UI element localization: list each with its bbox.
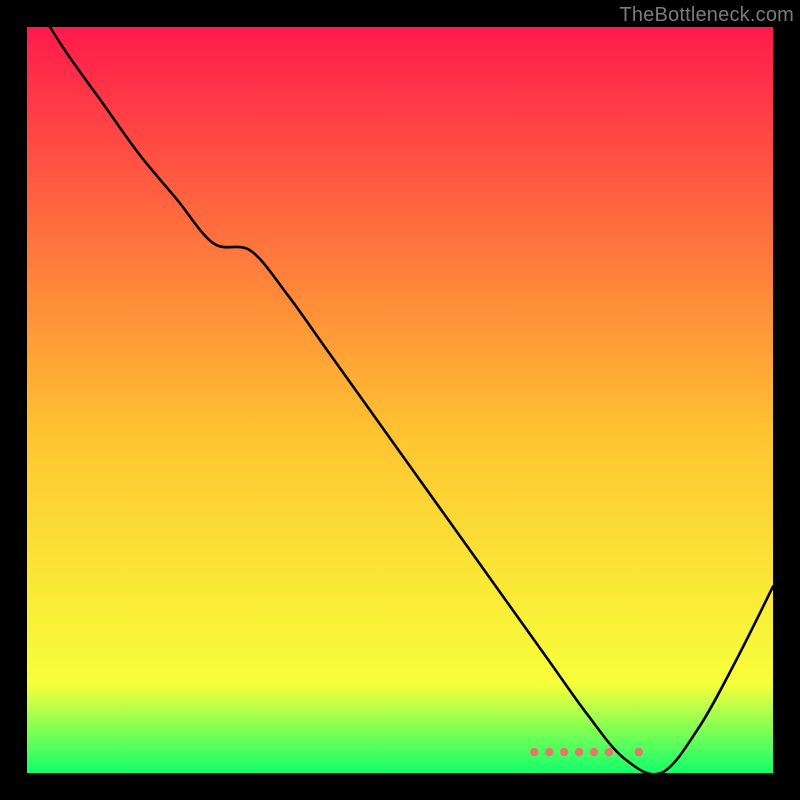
highlight-dot bbox=[545, 748, 553, 756]
highlight-dot bbox=[575, 748, 583, 756]
watermark-label: TheBottleneck.com bbox=[619, 4, 794, 27]
highlight-dot bbox=[560, 748, 568, 756]
highlight-dot bbox=[635, 748, 643, 756]
highlight-dot bbox=[605, 748, 613, 756]
bottleneck-chart bbox=[0, 0, 800, 800]
highlight-dot bbox=[530, 748, 538, 756]
plot-background bbox=[27, 27, 773, 773]
chart-container: { "watermark": "TheBottleneck.com", "cha… bbox=[0, 0, 800, 800]
highlight-dot bbox=[590, 748, 598, 756]
